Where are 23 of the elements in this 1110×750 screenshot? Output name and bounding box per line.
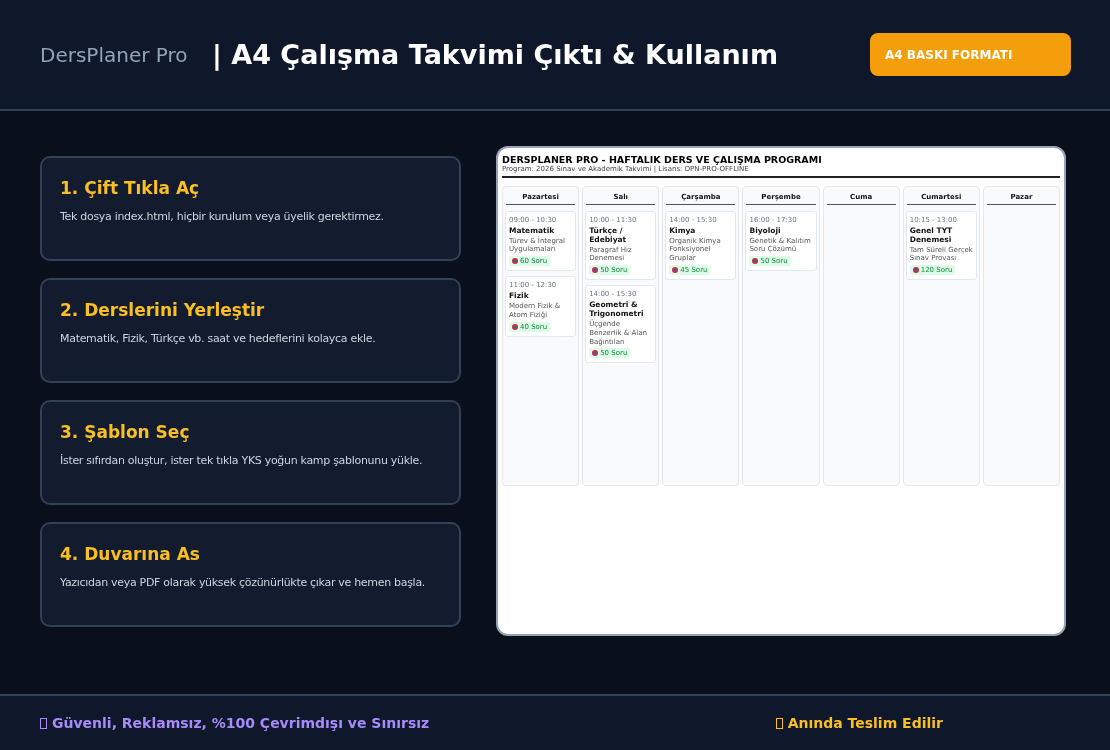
step-title: 4. Duvarına As	[60, 544, 201, 564]
schedule-title: DERSPLANER PRO - HAFTALIK DERS VE ÇALIŞMA PROGRAMI	[502, 154, 823, 165]
step-title: 2. Derslerini Yerleştir	[60, 300, 266, 320]
page-title: | A4 Çalışma Takvimi Çıktı & Kullanım	[212, 39, 779, 70]
step-title: 1. Çift Tıkla Aç	[60, 178, 201, 198]
step-text: Matematik, Fizik, Türkçe vb. saat ve hedeflerini kolayca ekle.	[60, 332, 377, 345]
brand-name: DersPlaner Pro	[40, 42, 189, 67]
target-icon	[752, 258, 759, 264]
missing-glyph-icon	[40, 717, 47, 729]
step-title: 3. Şablon Seç	[60, 422, 191, 442]
step-text: Tek dosya index.html, hiçbir kurulum veya üyelik gerektirmez.	[60, 210, 385, 223]
target-icon	[912, 267, 919, 273]
step-text: Yazıcıdan veya PDF olarak yüksek çözünürlükte çıkar ve hemen başla.	[60, 576, 426, 589]
target-icon	[512, 258, 518, 264]
footer-delivery: Anında Teslim Edilir	[787, 715, 943, 731]
target-icon	[592, 350, 599, 357]
step-text: İster sıfırdan oluştur, ister tek tıkla YKS yoğun kamp şablonunu yükle.	[60, 454, 424, 467]
target-icon	[592, 267, 599, 273]
target-icon	[512, 323, 518, 330]
footer-feature: Güvenli, Reklamsız, %100 Çevrimdışı ve Sınırsız	[52, 715, 430, 731]
missing-glyph-icon	[775, 717, 783, 729]
format-button[interactable]: A4 BASKI FORMATI	[870, 33, 1071, 76]
target-icon	[672, 266, 679, 273]
